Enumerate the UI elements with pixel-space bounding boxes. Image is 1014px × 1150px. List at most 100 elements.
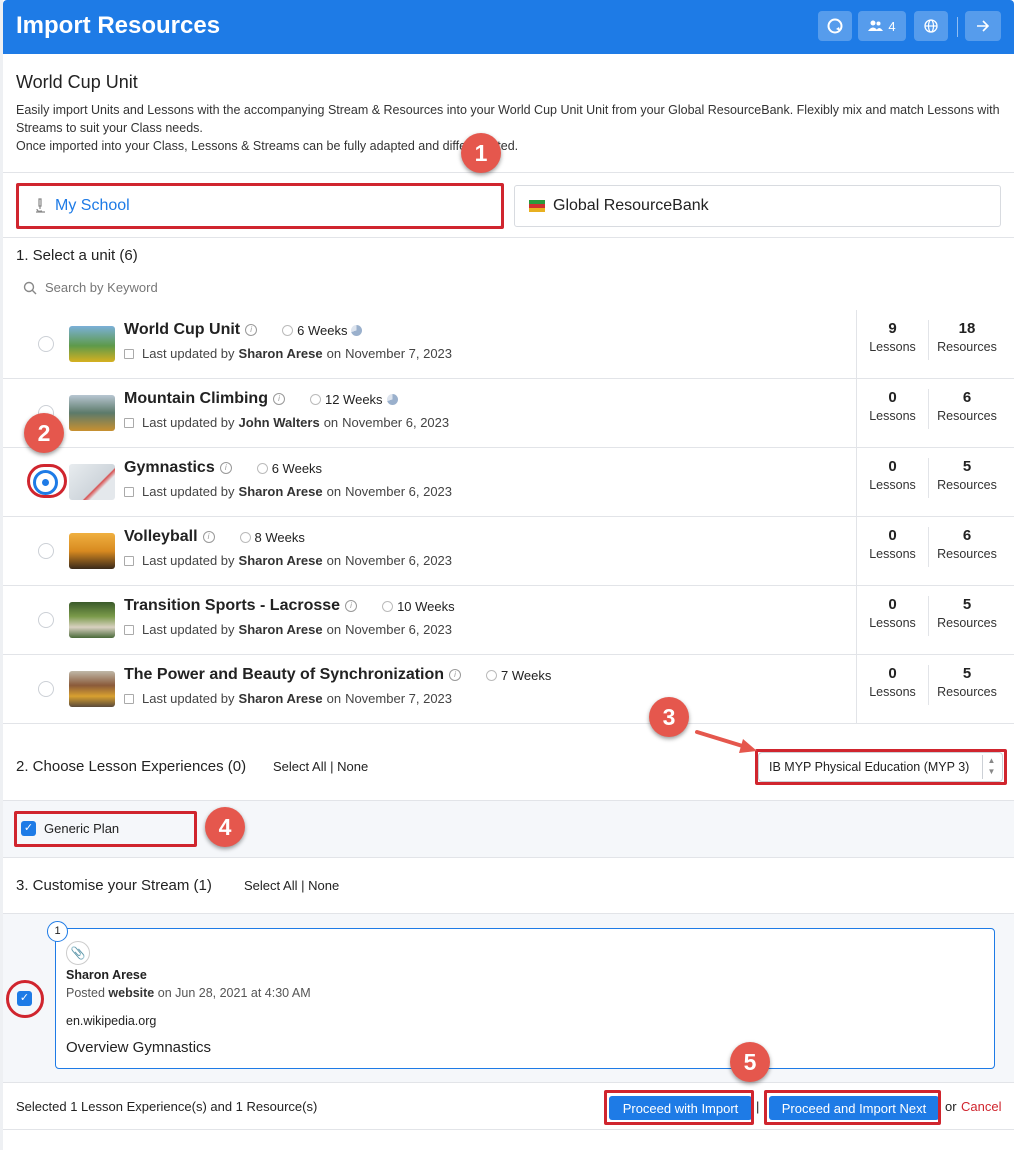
unit-thumbnail — [69, 671, 115, 707]
footer-bar: Selected 1 Lesson Experience(s) and 1 Re… — [3, 1082, 1014, 1130]
unit-radio-selected[interactable] — [33, 470, 58, 495]
clock-icon — [382, 600, 394, 612]
updated-prefix: Last updated by — [142, 346, 235, 361]
unit-row[interactable]: Transition Sports - Lacrosse i 10 Weeks La… — [3, 586, 1014, 655]
chat-icon — [827, 18, 843, 34]
unit-thumbnail — [69, 395, 115, 431]
flag-icon — [529, 200, 545, 212]
unit-name: Gymnastics — [124, 459, 215, 476]
posted-prefix: Posted — [66, 986, 105, 1000]
clock-icon — [256, 462, 268, 474]
info-icon[interactable]: i — [202, 531, 215, 543]
chat-button[interactable] — [818, 11, 852, 41]
divider — [3, 172, 1014, 173]
lessons-label: Lessons — [869, 340, 916, 354]
on-label: on — [326, 691, 342, 706]
unit-row[interactable]: Mountain Climbing i 12 Weeks Last updated … — [3, 379, 1014, 448]
resources-count: 6 — [962, 527, 972, 544]
unit-date: November 6, 2023 — [342, 415, 450, 430]
posted-source: website — [108, 986, 155, 1000]
unit-author: Sharon Arese — [238, 346, 323, 361]
users-button[interactable]: 4 — [858, 11, 906, 41]
stream-item-card[interactable]: 📎 Sharon Arese Posted website on Jun 28,… — [55, 928, 995, 1069]
tab-global-resourcebank[interactable]: Global ResourceBank — [514, 185, 1001, 227]
clock-icon — [282, 324, 294, 336]
unit-row[interactable]: The Power and Beauty of Synchronization i… — [3, 655, 1014, 724]
proceed-import-next-button[interactable]: Proceed and Import Next — [769, 1096, 939, 1120]
select-all-stream-link[interactable]: Select All — [244, 878, 297, 893]
users-count: 4 — [888, 18, 896, 34]
on-label: on — [323, 415, 339, 430]
link-divider: | — [301, 878, 305, 893]
arrow-right-icon — [977, 20, 990, 32]
select-none-stream-link[interactable]: None — [308, 878, 339, 893]
language-button[interactable] — [914, 11, 948, 41]
stream-author: Sharon Arese — [66, 968, 147, 982]
proceed-import-button[interactable]: Proceed with Import — [609, 1096, 752, 1120]
clock-icon — [486, 669, 498, 681]
info-icon[interactable]: i — [449, 669, 462, 681]
unit-radio[interactable] — [38, 336, 54, 352]
stream-title[interactable]: Overview Gymnastics — [66, 1039, 211, 1056]
unit-stats: 0 Lessons 5 Resources — [856, 655, 1014, 723]
generic-plan-label: Generic Plan — [44, 821, 120, 836]
curriculum-select[interactable]: IB MYP Physical Education (MYP 3) ▲ ▼ — [758, 752, 1003, 782]
selection-summary: Selected 1 Lesson Experience(s) and 1 Re… — [16, 1099, 318, 1114]
select-unit-heading: 1. Select a unit (6) — [16, 247, 138, 264]
lessons-count: 0 — [888, 665, 897, 682]
unit-title: World Cup Unit — [16, 72, 138, 92]
annotation-marker-1: 1 — [461, 133, 501, 173]
unit-thumbnail — [69, 326, 115, 362]
resources-label: Resources — [937, 409, 997, 423]
info-icon[interactable]: i — [272, 393, 285, 405]
info-icon[interactable]: i — [345, 600, 358, 612]
unit-duration: 12 Weeks — [324, 391, 383, 407]
tab-my-school[interactable]: My School — [18, 185, 502, 227]
unit-radio[interactable] — [38, 543, 54, 559]
calendar-icon — [124, 555, 134, 566]
calendar-icon — [124, 417, 134, 428]
unit-name: Mountain Climbing — [124, 390, 268, 407]
annotation-marker-3: 3 — [649, 697, 689, 737]
unit-search[interactable]: Search by Keyword — [23, 280, 158, 295]
unit-duration: 10 Weeks — [397, 598, 455, 614]
info-icon[interactable]: i — [219, 462, 232, 474]
divider — [3, 237, 1014, 238]
description-line-1: Easily import Units and Lessons with the… — [16, 103, 1000, 135]
unit-thumbnail — [69, 602, 115, 638]
button-divider: | — [756, 1099, 760, 1114]
unit-radio[interactable] — [38, 612, 54, 628]
unit-row[interactable]: World Cup Unit i 6 Weeks Last updated by Sh… — [3, 310, 1014, 379]
close-panel-button[interactable] — [965, 11, 1001, 41]
on-label: on — [326, 622, 342, 637]
lessons-label: Lessons — [869, 616, 916, 630]
calendar-icon — [124, 348, 134, 359]
lesson-plan-band — [3, 800, 1014, 858]
unit-row[interactable]: Gymnastics i 6 Weeks Last updated by Sharon… — [3, 448, 1014, 517]
resources-count: 5 — [962, 596, 972, 613]
updated-prefix: Last updated by — [142, 484, 235, 499]
import-resources-panel: Import Resources 4 World Cup Unit Easily… — [3, 0, 1014, 1150]
unit-author: Sharon Arese — [238, 622, 323, 637]
unit-name: Transition Sports - Lacrosse — [124, 597, 341, 614]
stream-domain: en.wikipedia.org — [66, 1014, 157, 1028]
unit-stats: 9 Lessons 18 Resources — [856, 310, 1014, 378]
cancel-link[interactable]: Cancel — [961, 1099, 1001, 1114]
unit-stats: 0 Lessons 6 Resources — [856, 517, 1014, 585]
unit-row[interactable]: Volleyball i 8 Weeks Last updated by Sharon… — [3, 517, 1014, 586]
lessons-count: 9 — [888, 320, 897, 337]
info-icon[interactable]: i — [245, 324, 258, 336]
search-icon — [23, 281, 37, 294]
unit-thumbnail — [69, 464, 115, 500]
select-all-lessons-link[interactable]: Select All — [273, 759, 326, 774]
stream-item-checkbox[interactable]: ✓ — [17, 991, 32, 1006]
select-none-lessons-link[interactable]: None — [337, 759, 368, 774]
progress-pie-icon — [351, 324, 363, 336]
resources-count: 5 — [962, 458, 972, 475]
unit-stats: 0 Lessons 5 Resources — [856, 586, 1014, 654]
import-description: Easily import Units and Lessons with the… — [16, 101, 1006, 155]
unit-radio[interactable] — [38, 681, 54, 697]
lessons-label: Lessons — [869, 409, 916, 423]
unit-author: Sharon Arese — [238, 484, 323, 499]
generic-plan-checkbox[interactable]: ✓ — [21, 821, 36, 836]
